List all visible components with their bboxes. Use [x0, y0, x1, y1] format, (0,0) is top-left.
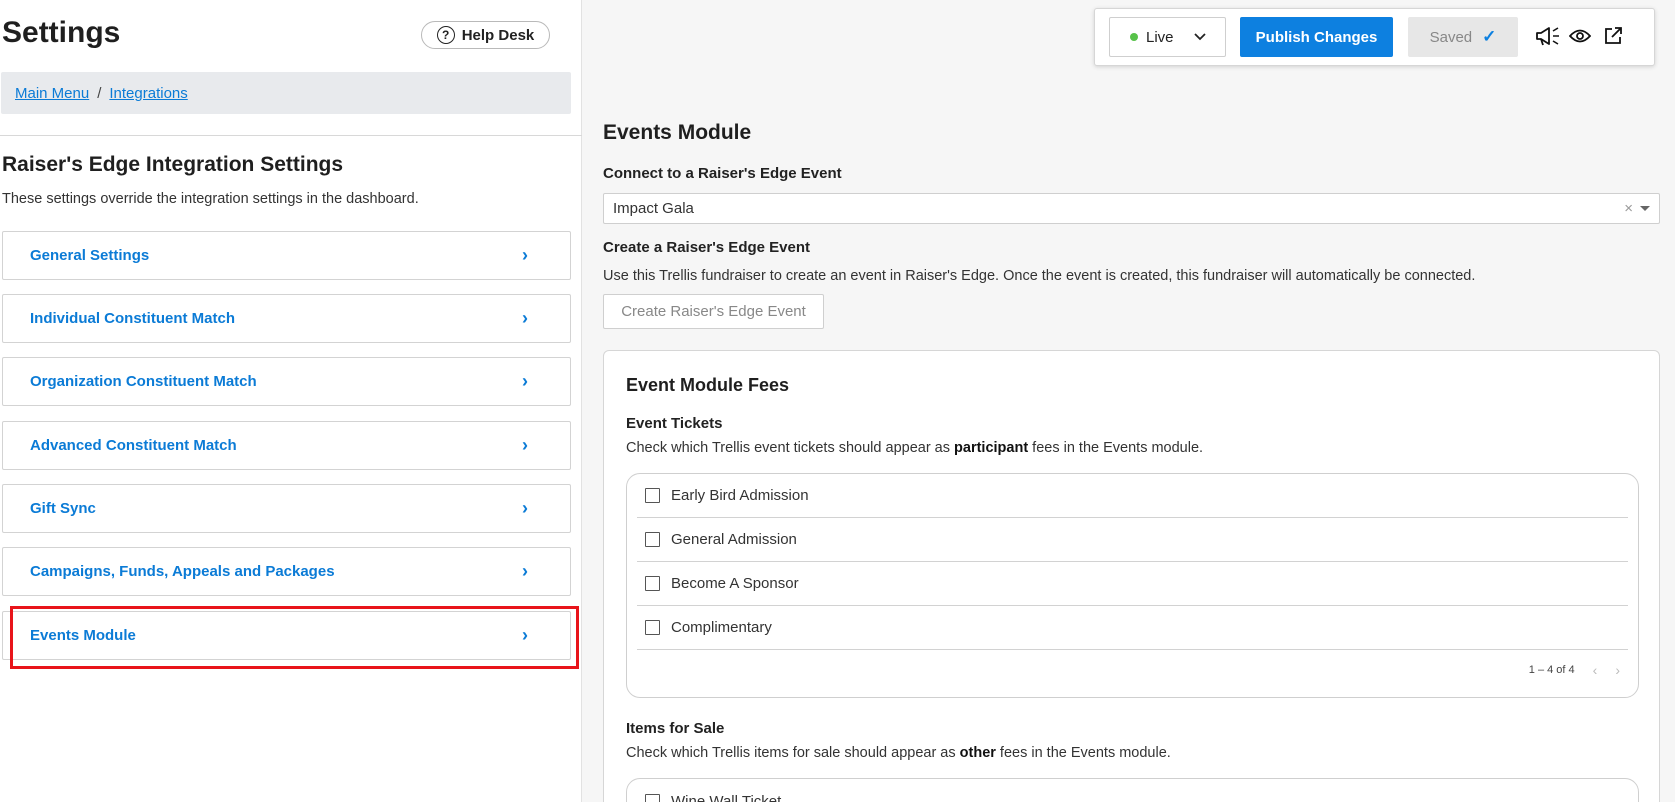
highlight-box: [10, 606, 579, 669]
tickets-desc-pre: Check which Trellis event tickets should…: [626, 440, 955, 456]
chevron-right-icon: ›: [522, 245, 528, 265]
external-link-icon[interactable]: [1600, 23, 1626, 49]
create-raisers-edge-event-button[interactable]: Create Raiser's Edge Event: [603, 294, 824, 329]
connect-event-select[interactable]: Impact Gala ×: [603, 193, 1660, 224]
checkbox[interactable]: [645, 576, 660, 591]
connect-event-value: Impact Gala: [613, 200, 694, 217]
help-desk-label: Help Desk: [461, 26, 535, 44]
eye-icon[interactable]: [1567, 23, 1593, 49]
breadcrumb: Main Menu / Integrations: [1, 72, 571, 114]
ticket-name: General Admission: [671, 531, 797, 548]
divider: [0, 135, 582, 136]
tickets-desc-bold: participant: [954, 440, 1029, 456]
chevron-left-icon[interactable]: ‹: [1593, 662, 1598, 678]
table-row[interactable]: Wine Wall Ticket: [637, 779, 1628, 802]
settings-panel: Settings ? Help Desk Main Menu / Integra…: [0, 0, 582, 802]
page-title: Settings: [2, 16, 121, 49]
checkbox[interactable]: [645, 532, 660, 547]
table-pagination: 1 – 4 of 4 ‹ ›: [1529, 662, 1620, 678]
table-row[interactable]: Early Bird Admission: [637, 474, 1628, 518]
item-name: Wine Wall Ticket: [671, 792, 782, 802]
table-row[interactable]: General Admission: [637, 518, 1628, 562]
nav-item-label: Gift Sync: [30, 500, 96, 517]
nav-item-label: Advanced Constituent Match: [30, 437, 237, 454]
question-icon: ?: [436, 26, 455, 44]
items-for-sale-description: Check which Trellis items for sale shoul…: [626, 745, 1171, 761]
help-desk-button[interactable]: ? Help Desk: [421, 21, 550, 49]
saved-button[interactable]: Saved ✓: [1408, 17, 1518, 57]
nav-item-gift-sync[interactable]: Gift Sync ›: [2, 484, 571, 533]
items-desc-pre: Check which Trellis items for sale shoul…: [626, 745, 960, 761]
nav-item-label: Organization Constituent Match: [30, 373, 257, 390]
items-desc-bold: other: [959, 745, 996, 761]
items-for-sale-table: Wine Wall Ticket: [626, 778, 1639, 802]
megaphone-icon[interactable]: [1535, 23, 1561, 49]
chevron-right-icon: ›: [522, 371, 528, 391]
nav-item-advanced-constituent-match[interactable]: Advanced Constituent Match ›: [2, 421, 571, 470]
ticket-name: Become A Sponsor: [671, 575, 799, 592]
breadcrumb-separator: /: [97, 84, 102, 102]
breadcrumb-integrations[interactable]: Integrations: [109, 85, 187, 102]
nav-item-general-settings[interactable]: General Settings ›: [2, 231, 571, 280]
nav-item-individual-constituent-match[interactable]: Individual Constituent Match ›: [2, 294, 571, 343]
tickets-desc-post: fees in the Events module.: [1028, 440, 1204, 456]
top-toolbar: Live Publish Changes Saved ✓: [1094, 8, 1655, 66]
checkbox[interactable]: [645, 488, 660, 503]
chevron-right-icon: ›: [522, 435, 528, 455]
chevron-right-icon: ›: [522, 561, 528, 581]
checkbox[interactable]: [645, 793, 660, 802]
nav-item-organization-constituent-match[interactable]: Organization Constituent Match ›: [2, 357, 571, 406]
event-module-fees-card: Event Module Fees Event Tickets Check wh…: [603, 350, 1660, 802]
breadcrumb-main-menu[interactable]: Main Menu: [15, 85, 89, 102]
connect-event-label: Connect to a Raiser's Edge Event: [603, 165, 842, 182]
nav-item-label: Campaigns, Funds, Appeals and Packages: [30, 563, 335, 580]
section-subtitle: These settings override the integration …: [2, 191, 419, 207]
live-status-dot: [1130, 33, 1138, 41]
create-event-description: Use this Trellis fundraiser to create an…: [603, 268, 1476, 284]
chevron-down-icon: [1193, 30, 1206, 44]
clear-icon[interactable]: ×: [1624, 200, 1633, 217]
section-title: Raiser's Edge Integration Settings: [2, 153, 344, 176]
event-tickets-label: Event Tickets: [626, 415, 723, 432]
nav-item-label: Individual Constituent Match: [30, 310, 235, 327]
fees-title: Event Module Fees: [626, 375, 790, 395]
create-event-label: Create a Raiser's Edge Event: [603, 239, 810, 256]
chevron-right-icon: ›: [522, 308, 528, 328]
nav-item-label: General Settings: [30, 247, 150, 264]
chevron-right-icon: ›: [522, 498, 528, 518]
checkmark-icon: ✓: [1482, 27, 1497, 46]
items-desc-post: fees in the Events module.: [995, 745, 1171, 761]
status-label: Live: [1146, 28, 1174, 46]
items-for-sale-label: Items for Sale: [626, 720, 725, 737]
table-row[interactable]: Complimentary: [637, 606, 1628, 650]
events-module-title: Events Module: [603, 121, 752, 144]
saved-label: Saved: [1429, 28, 1473, 46]
event-tickets-table: Early Bird Admission General Admission B…: [626, 473, 1639, 698]
pagination-range: 1 – 4 of 4: [1528, 664, 1575, 676]
caret-down-icon[interactable]: [1640, 206, 1650, 211]
ticket-name: Complimentary: [671, 619, 772, 636]
ticket-name: Early Bird Admission: [671, 487, 809, 504]
event-tickets-description: Check which Trellis event tickets should…: [626, 440, 1203, 456]
chevron-right-icon[interactable]: ›: [1615, 662, 1620, 678]
table-row[interactable]: Become A Sponsor: [637, 562, 1628, 606]
status-select[interactable]: Live: [1109, 17, 1226, 57]
nav-item-campaigns-funds-appeals-packages[interactable]: Campaigns, Funds, Appeals and Packages ›: [2, 547, 571, 596]
publish-changes-button[interactable]: Publish Changes: [1240, 17, 1393, 57]
checkbox[interactable]: [645, 620, 660, 635]
